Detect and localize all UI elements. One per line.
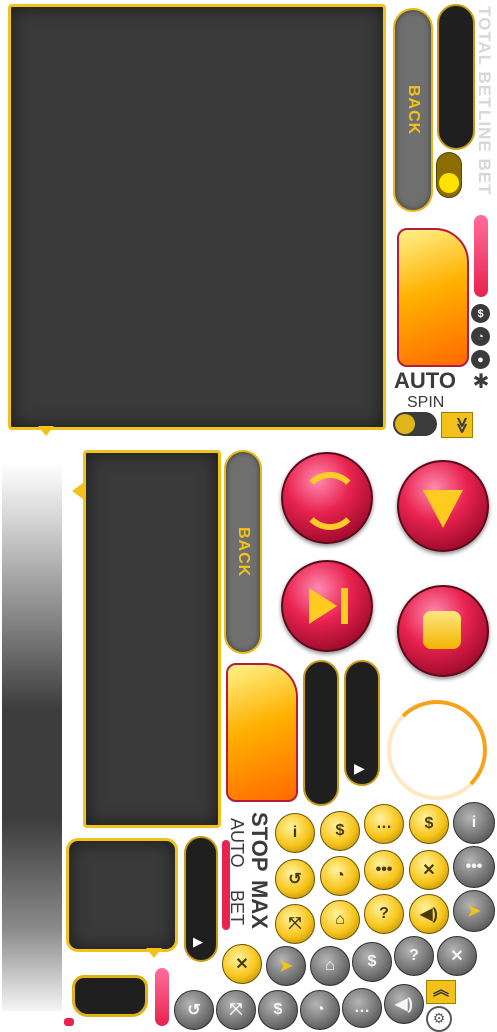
cog-icon[interactable]: ✱ [470,371,492,393]
coins-button-grey[interactable]: $ [258,990,298,1030]
history-button-grey[interactable]: ◔ [300,990,340,1030]
small-dialog-pointer [146,948,162,958]
user-icon[interactable]: ● [471,350,490,369]
small-dialog-panel [66,838,178,952]
help-button-grey[interactable]: ? [394,936,434,976]
auto-spin-toggle[interactable] [393,412,437,436]
total-bet-label: TOTAL BET [475,6,494,109]
help-button-gold[interactable]: ? [364,894,404,934]
loading-ring [387,700,487,800]
pink-bar-bottom [155,968,169,1026]
play-small-icon[interactable]: ▶ [354,760,365,777]
middle-frame-pointer [72,483,83,499]
bar-icon [341,588,348,624]
send-button-grey[interactable]: ➤ [453,890,495,932]
info-button-grey[interactable]: i [453,802,495,844]
large-frame-panel [8,4,386,430]
dark-tab-bottom[interactable] [72,975,148,1017]
chevron-up-icon[interactable]: ︽ [426,980,456,1004]
settings-icon[interactable]: ⚙ [426,1006,452,1032]
coins-button-gold[interactable]: $ [320,811,360,851]
stop-button[interactable] [397,585,489,677]
undo-button-gold[interactable]: ↺ [275,859,315,899]
middle-frame-panel [83,450,221,828]
home-button-grey[interactable]: ⌂ [310,946,350,986]
back-label-middle: BACK [235,526,252,578]
refresh-icon [301,472,359,530]
chevron-down-icon[interactable]: ≫ [441,412,473,438]
orange-tab-middle[interactable] [226,663,298,802]
sound-button-grey[interactable]: ◀) [384,984,424,1024]
back-button-top[interactable]: BACK [393,8,433,212]
refresh-button[interactable] [281,452,373,544]
play-icon [309,588,337,624]
slot-middle-right: ▶ [344,660,380,786]
more-button-grey[interactable]: ••• [453,846,495,888]
play-small-bottom-icon[interactable]: ▶ [193,934,203,950]
send-button-grey-2[interactable]: ➤ [266,946,306,986]
pink-dot [64,1018,74,1026]
clock-icon[interactable]: ◔ [471,327,490,346]
fullscreen-button-gold[interactable]: ⤧ [275,904,315,944]
triangle-down-icon [423,490,463,528]
max-label: MAX [247,880,272,929]
stop-label: STOP [247,812,272,872]
spin-label: SPIN [407,394,445,411]
slot-middle-left [303,660,339,806]
large-frame-pointer [38,426,54,436]
down-arrow-button[interactable] [397,460,489,552]
more-button-gold[interactable]: ••• [364,850,404,890]
auto-spin-toggle-knob [395,414,415,434]
cash-button-grey[interactable]: $ [352,942,392,982]
gradient-scrollbar[interactable] [2,463,62,1011]
chat-button-gold[interactable]: … [364,804,404,844]
auto-small-label: AUTO [227,818,247,868]
mute-button-grey[interactable]: ✕ [437,936,477,976]
chat-button-grey[interactable]: … [342,988,382,1028]
pink-bar-top [474,215,488,297]
mute-button-gold-2[interactable]: ✕ [222,944,262,984]
play-next-button[interactable] [281,560,373,652]
stop-square-icon [423,611,461,649]
back-label-top: BACK [405,84,422,136]
slot-top [437,4,475,150]
bet-label: BET [227,890,247,926]
cash-button-gold[interactable]: $ [409,804,449,844]
sound-button-gold[interactable]: ◀) [409,894,449,934]
home-button-gold[interactable]: ⌂ [320,900,360,940]
mute-button-gold[interactable]: ✕ [409,850,449,890]
toggle-vertical[interactable] [436,152,462,198]
toggle-knob [439,173,459,193]
undo-button-grey[interactable]: ↺ [174,990,214,1030]
history-button-gold[interactable]: ◔ [320,856,360,896]
info-button-gold[interactable]: i [275,813,315,853]
auto-label: AUTO [394,368,456,393]
dollar-icon[interactable]: $ [471,304,490,323]
fullscreen-button-grey[interactable]: ⤧ [216,990,256,1030]
orange-tab-top[interactable] [397,228,469,367]
back-button-middle[interactable]: BACK [224,450,262,654]
slot-bottom: ▶ [184,836,218,962]
line-bet-label: LINE BET [475,110,494,196]
